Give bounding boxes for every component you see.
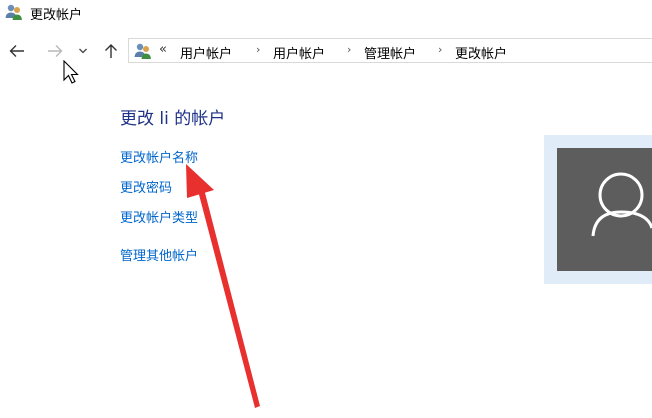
chevron-down-icon [79, 48, 87, 54]
up-button[interactable] [102, 41, 120, 61]
forward-button[interactable] [46, 41, 64, 61]
mouse-cursor-icon [63, 60, 79, 84]
page-title: 更改 li 的帐户 [120, 109, 226, 129]
breadcrumb-separator[interactable]: › [347, 43, 351, 56]
back-button[interactable] [8, 41, 26, 61]
address-bar[interactable]: « 用户帐户 › 用户帐户 › 管理帐户 › 更改帐户 [128, 38, 652, 63]
user-icon [591, 172, 652, 237]
manage-other-accounts-link[interactable]: 管理其他帐户 [120, 245, 198, 264]
change-account-type-link[interactable]: 更改帐户类型 [120, 207, 198, 226]
recent-locations-button[interactable] [76, 41, 90, 61]
breadcrumb-item[interactable]: 用户帐户 [180, 43, 232, 62]
navigation-bar: « 用户帐户 › 用户帐户 › 管理帐户 › 更改帐户 [0, 36, 652, 66]
window-title: 更改帐户 [30, 8, 83, 23]
breadcrumb-item[interactable]: 管理帐户 [364, 43, 416, 62]
arrow-right-icon [48, 45, 63, 57]
avatar [557, 148, 652, 271]
breadcrumb-item-current[interactable]: 更改帐户 [455, 43, 507, 62]
change-account-name-link[interactable]: 更改帐户名称 [120, 147, 198, 166]
breadcrumb-separator[interactable]: › [438, 43, 442, 56]
breadcrumb-item[interactable]: 用户帐户 [273, 43, 325, 62]
title-bar: 更改帐户 [0, 0, 652, 26]
breadcrumb-separator[interactable]: › [256, 43, 260, 56]
change-password-link[interactable]: 更改密码 [120, 177, 172, 196]
breadcrumb-overflow[interactable]: « [159, 42, 167, 57]
arrow-left-icon [9, 45, 24, 57]
arrow-up-icon [105, 44, 117, 58]
users-icon [134, 43, 151, 59]
users-icon [5, 4, 22, 20]
